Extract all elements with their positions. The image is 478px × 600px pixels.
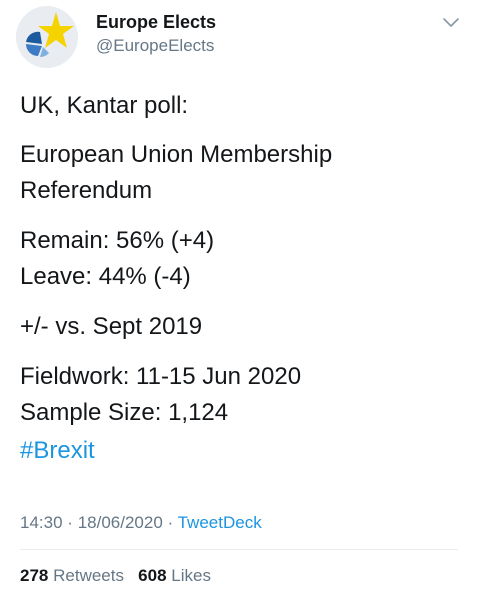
avatar[interactable]	[16, 6, 78, 68]
chevron-down-icon	[443, 18, 459, 27]
display-name[interactable]: Europe Elects	[96, 12, 216, 33]
retweets-count: 278	[20, 566, 49, 585]
divider	[20, 549, 458, 550]
tweet-text-line: Remain: 56% (+4)	[20, 227, 215, 254]
europe-elects-logo-icon	[16, 6, 78, 68]
tweet-date[interactable]: 18/06/2020	[78, 513, 163, 532]
tweet-text-line: Sample Size: 1,124	[20, 399, 229, 426]
tweet-text-line: +/- vs. Sept 2019	[20, 313, 203, 340]
tweet-time[interactable]: 14:30	[20, 513, 63, 532]
tweet-menu-button[interactable]	[440, 12, 462, 34]
hashtag-link[interactable]: #Brexit	[20, 436, 95, 466]
likes-label: Likes	[171, 566, 211, 585]
tweet-source-link[interactable]: TweetDeck	[178, 513, 262, 532]
tweet-text-line: Fieldwork: 11-15 Jun 2020	[20, 363, 302, 390]
tweet-stats: 278 Retweets 608 Likes	[20, 566, 211, 586]
tweet-text-line: Leave: 44% (-4)	[20, 263, 191, 290]
meta-separator: ·	[67, 513, 73, 532]
tweet-card: Europe Elects @EuropeElects UK, Kantar p…	[0, 0, 478, 600]
tweet-text-line: UK, Kantar poll:	[20, 92, 189, 119]
tweet-meta: 14:30 · 18/06/2020 · TweetDeck	[20, 513, 262, 533]
meta-separator: ·	[167, 513, 174, 532]
likes-stat[interactable]: 608 Likes	[138, 566, 211, 585]
retweets-label: Retweets	[53, 566, 124, 585]
user-handle[interactable]: @EuropeElects	[96, 36, 214, 56]
tweet-text-line: European Union Membership	[20, 141, 333, 168]
retweets-stat[interactable]: 278 Retweets	[20, 566, 124, 585]
tweet-text-line: Referendum	[20, 177, 153, 204]
likes-count: 608	[138, 566, 167, 585]
